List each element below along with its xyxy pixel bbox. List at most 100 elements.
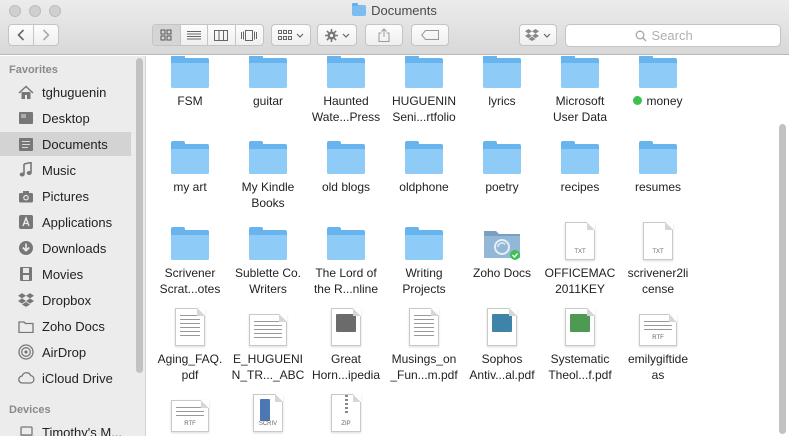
file-item[interactable]: recipes [537, 134, 623, 195]
file-item[interactable]: Systematic Theol...f.pdf [537, 306, 623, 383]
file-item[interactable]: FSM [147, 56, 233, 109]
file-item[interactable]: ZIP [303, 392, 389, 436]
file-item[interactable]: HUGUENIN Seni...rtfolio [381, 56, 467, 125]
file-item[interactable]: guitar [225, 56, 311, 109]
search-input[interactable] [651, 28, 712, 43]
sidebar-item-desktop[interactable]: Desktop [0, 106, 131, 130]
file-item[interactable]: The Lord of the R...nline [303, 220, 389, 297]
sidebar-item-applications[interactable]: Applications [0, 210, 131, 234]
file-item[interactable]: Haunted Wate...Press [303, 56, 389, 125]
file-item[interactable]: money [615, 56, 701, 109]
folder-icon [352, 3, 367, 16]
document-thumbnail-icon [249, 314, 287, 346]
back-button[interactable] [9, 25, 34, 45]
chevron-right-icon [42, 29, 50, 41]
folder-icon [405, 56, 443, 88]
sidebar-scrollbar[interactable] [136, 58, 143, 373]
cloud-icon [16, 369, 36, 387]
file-item[interactable]: Sophos Antiv...al.pdf [459, 306, 545, 383]
pdf-thumbnail-icon [175, 308, 205, 346]
pdf-thumbnail-icon [409, 308, 439, 346]
sidebar: Favorites tghuguenin Desktop Documents M… [0, 56, 146, 436]
list-view-button[interactable] [181, 25, 208, 45]
action-menu-button[interactable] [317, 24, 357, 46]
file-label: Sophos Antiv...al.pdf [469, 352, 535, 382]
folder-icon [249, 141, 287, 174]
file-item[interactable]: poetry [459, 134, 545, 195]
file-item[interactable]: RTF emilygiftide as [615, 306, 701, 383]
file-label: Scrivener Scrat...otes [159, 266, 221, 296]
navigation-buttons [8, 24, 59, 46]
columns-icon [214, 29, 229, 41]
cover-flow-view-button[interactable] [236, 25, 263, 45]
file-item[interactable]: Scrivener Scrat...otes [147, 220, 233, 297]
sidebar-item-label: Applications [42, 214, 113, 230]
folder-icon [171, 56, 209, 88]
sidebar-item-label: Documents [42, 136, 108, 152]
sidebar-item-label: iCloud Drive [42, 370, 113, 386]
sidebar-item-downloads[interactable]: Downloads [0, 236, 131, 260]
file-item[interactable]: Writing Projects [381, 220, 467, 297]
file-item[interactable]: Aging_FAQ. pdf [147, 306, 233, 383]
file-item[interactable]: RTF [147, 392, 233, 436]
sidebar-item-pictures[interactable]: Pictures [0, 184, 131, 208]
file-item[interactable]: Sublette Co. Writers [225, 220, 311, 297]
file-item[interactable]: Musings_on _Fun...m.pdf [381, 306, 467, 383]
chevron-left-icon [17, 29, 24, 41]
file-item[interactable]: Great Horn...ipedia [303, 306, 389, 383]
sidebar-item-device[interactable]: Timothy's M... [0, 420, 131, 436]
file-item[interactable]: SCRIV [225, 392, 311, 436]
chevron-down-icon [543, 33, 551, 38]
sidebar-item-icloud-drive[interactable]: iCloud Drive [0, 366, 131, 390]
column-view-button[interactable] [208, 25, 236, 45]
list-icon [186, 30, 201, 39]
file-item[interactable]: E_HUGUENI N_TR..._ABC [225, 306, 311, 383]
sidebar-item-label: Music [42, 162, 76, 178]
sidebar-item-music[interactable]: Music [0, 158, 131, 182]
scrivener-file-icon: SCRIV [253, 394, 283, 432]
file-label: Systematic Theol...f.pdf [548, 352, 612, 382]
desktop-icon [16, 109, 36, 127]
camera-icon [16, 187, 36, 205]
sidebar-item-tghuguenin[interactable]: tghuguenin [0, 80, 131, 104]
file-grid: FSM guitar Haunted Wate...Press HUGUENIN… [147, 56, 789, 436]
share-button[interactable] [365, 24, 403, 46]
icon-view-button[interactable] [153, 25, 181, 45]
sidebar-item-dropbox[interactable]: Dropbox [0, 288, 131, 312]
file-label: The Lord of the R...nline [313, 266, 379, 296]
toolbar: Documents [0, 0, 789, 55]
sidebar-item-airdrop[interactable]: AirDrop [0, 340, 131, 364]
file-label: E_HUGUENI N_TR..._ABC [231, 352, 305, 382]
file-item[interactable]: lyrics [459, 56, 545, 109]
dropbox-menu-button[interactable] [519, 24, 557, 46]
search-field[interactable] [565, 24, 781, 47]
zoho-folder-icon [484, 231, 520, 260]
music-icon [16, 161, 36, 179]
download-icon [16, 239, 36, 257]
file-item[interactable]: old blogs [303, 134, 389, 195]
forward-button[interactable] [34, 25, 58, 45]
file-label: oldphone [399, 180, 449, 194]
arrange-button[interactable] [271, 24, 311, 46]
file-item[interactable]: oldphone [381, 134, 467, 195]
sidebar-item-documents[interactable]: Documents [0, 132, 131, 156]
file-label: Sublette Co. Writers [234, 266, 302, 296]
pdf-thumbnail-icon [331, 308, 361, 346]
sidebar-item-label: Timothy's M... [42, 424, 123, 436]
file-item[interactable]: Zoho Docs [459, 220, 545, 281]
text-file-icon: TXT [643, 222, 673, 260]
file-item[interactable]: resumes [615, 134, 701, 195]
sidebar-item-movies[interactable]: Movies [0, 262, 131, 286]
sidebar-item-zoho-docs[interactable]: Zoho Docs [0, 314, 131, 338]
laptop-icon [16, 423, 36, 436]
file-label: old blogs [321, 180, 371, 194]
file-item[interactable]: My Kindle Books [225, 134, 311, 211]
sidebar-item-label: Downloads [42, 240, 107, 256]
main-scrollbar[interactable] [779, 124, 786, 434]
edit-tags-button[interactable] [411, 24, 449, 46]
zip-file-icon: ZIP [331, 394, 361, 432]
file-item[interactable]: Microsoft User Data [537, 56, 623, 125]
file-item[interactable]: TXT OFFICEMAC 2011KEY [537, 220, 623, 297]
file-item[interactable]: TXT scrivener2li cense [615, 220, 701, 297]
file-item[interactable]: my art [147, 134, 233, 195]
